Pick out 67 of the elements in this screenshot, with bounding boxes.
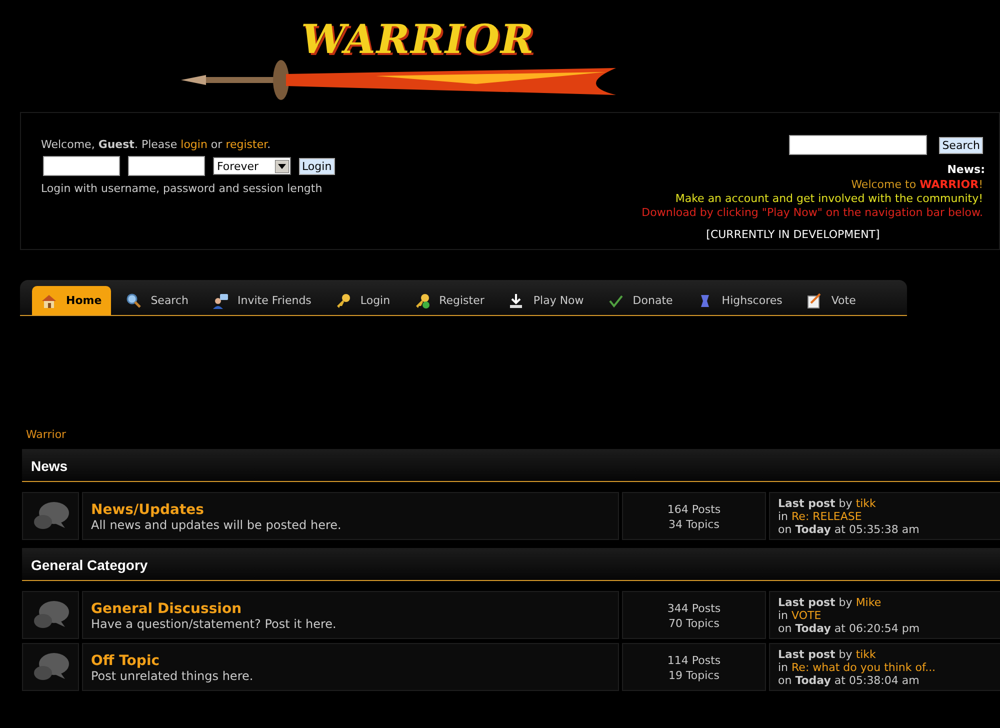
notepad-icon: [806, 292, 822, 308]
speech-bubbles-icon: [32, 651, 70, 683]
nav-tab[interactable]: Donate: [598, 286, 682, 315]
topic-link[interactable]: Re: what do you think of...: [792, 661, 936, 674]
checkmark-icon: [608, 292, 624, 308]
topics-count: 70 Topics: [668, 616, 720, 631]
last-post-time: on Today at 05:35:38 am: [778, 523, 920, 536]
last-post-topic: in Re: RELEASE: [778, 510, 863, 523]
board-link[interactable]: General Discussion: [91, 601, 618, 617]
speech-bubbles-icon: [32, 500, 70, 532]
breadcrumb-link[interactable]: Warrior: [26, 428, 66, 441]
posts-count: 164 Posts: [666, 502, 722, 517]
last-post-author: Last post by tikk: [778, 648, 877, 661]
last-post-topic: in VOTE: [778, 609, 822, 622]
posts-count: 114 Posts: [666, 653, 722, 668]
warrior-logo: WARRIOR: [176, 10, 626, 110]
username-field[interactable]: [43, 156, 120, 176]
topic-link[interactable]: VOTE: [792, 609, 822, 622]
nav-tab[interactable]: Register: [405, 286, 494, 315]
topics-count: 19 Topics: [668, 668, 720, 683]
board-description: All news and updates will be posted here.: [91, 518, 342, 532]
nav-tab[interactable]: Play Now: [499, 286, 593, 315]
session-select[interactable]: Forever: [213, 157, 291, 175]
last-post-time: on Today at 05:38:04 am: [778, 674, 920, 687]
news-line: Download by clicking "Play Now" on the navigation bar below.: [642, 206, 983, 220]
nav-tab[interactable]: Login: [326, 286, 400, 315]
home-icon: [41, 292, 57, 308]
board-description: Have a question/statement? Post it here.: [91, 617, 338, 631]
nav-tab[interactable]: Highscores: [688, 286, 792, 315]
login-button[interactable]: Login: [299, 158, 335, 174]
speech-bubbles-icon: [32, 599, 70, 631]
author-link[interactable]: tikk: [856, 648, 876, 661]
nav-tab[interactable]: Invite Friends: [203, 286, 320, 315]
nav-tab[interactable]: Home: [32, 286, 111, 315]
news-heading: News:: [947, 163, 985, 176]
board-description: Post unrelated things here.: [91, 669, 254, 683]
topic-link[interactable]: Re: RELEASE: [792, 510, 862, 523]
last-post-topic: in Re: what do you think of...: [778, 661, 937, 674]
people-icon: [212, 292, 228, 308]
author-link[interactable]: Mike: [856, 596, 882, 609]
welcome-text: Welcome, Guest. Please login or register.: [41, 138, 272, 151]
board-link[interactable]: News/Updates: [91, 502, 618, 518]
category-header: News: [22, 449, 1000, 482]
development-note: [CURRENTLY IN DEVELOPMENT]: [706, 228, 880, 241]
posts-count: 344 Posts: [666, 601, 722, 616]
board-link[interactable]: Off Topic: [91, 653, 618, 669]
topics-count: 34 Topics: [668, 517, 720, 532]
news-line: Welcome to WARRIOR!: [851, 178, 983, 192]
login-hint: Login with username, password and session length: [41, 182, 324, 195]
password-field[interactable]: [128, 156, 205, 176]
last-post-time: on Today at 06:20:54 pm: [778, 622, 921, 635]
welcome-link[interactable]: login: [180, 138, 208, 151]
category-header: General Category: [22, 548, 1000, 581]
search-icon: [126, 292, 142, 308]
caret-icon: [275, 160, 289, 172]
search-field[interactable]: [789, 135, 928, 155]
nav-tab[interactable]: Search: [116, 286, 198, 315]
last-post-author: Last post by Mike: [778, 596, 882, 609]
key-icon: [414, 292, 430, 308]
key-icon: [335, 292, 352, 308]
search-button[interactable]: Search: [939, 136, 983, 154]
welcome-link[interactable]: register: [226, 138, 268, 151]
nav-tab[interactable]: Vote: [797, 286, 865, 315]
last-post-author: Last post by tikk: [778, 497, 877, 510]
news-line: Make an account and get involved with the community!: [675, 192, 983, 206]
download-icon: [508, 292, 524, 308]
author-link[interactable]: tikk: [856, 497, 876, 510]
